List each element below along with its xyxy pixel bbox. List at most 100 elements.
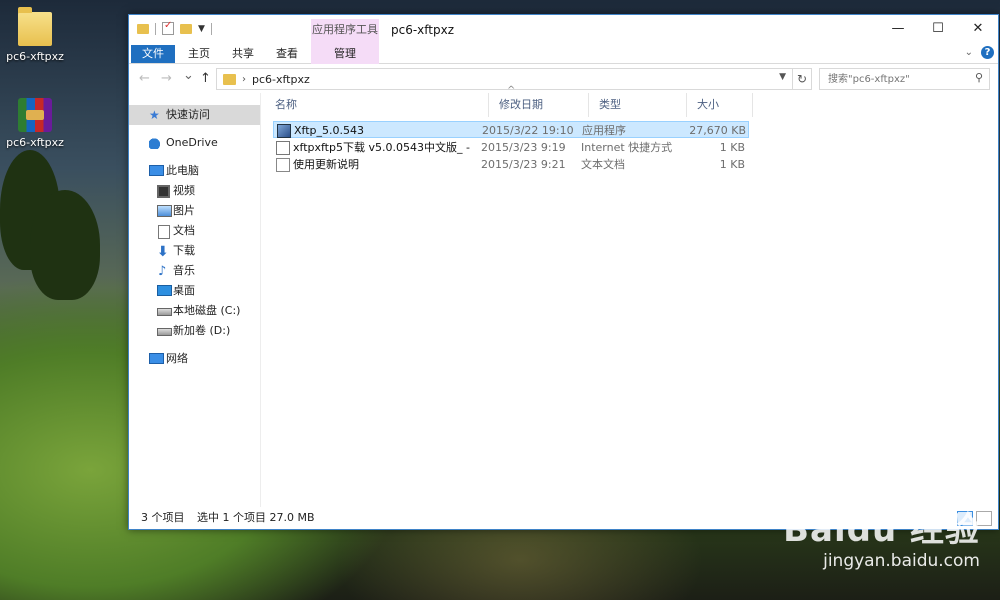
properties-icon[interactable] xyxy=(162,20,174,35)
file-row[interactable]: Xftp_5.0.543 2015/3/22 19:10 应用程序 27,670… xyxy=(273,121,749,138)
sidebar-item-new-volume-d[interactable]: 新加卷 (D:) xyxy=(129,321,260,341)
refresh-button[interactable]: ↻ xyxy=(793,68,812,90)
app-tools-tab-group: 应用程序工具 xyxy=(311,19,379,45)
column-header-date[interactable]: 修改日期 xyxy=(489,93,589,117)
app-icon xyxy=(277,124,291,138)
file-row[interactable]: 使用更新说明 2015/3/23 9:21 文本文档 1 KB xyxy=(273,156,749,173)
sidebar-item-quick-access[interactable]: ★ 快速访问 xyxy=(129,105,260,125)
navigation-bar: ← → ⌄ ↑ › pc6-xftpxz ▼ ↻ ⚲ xyxy=(129,64,998,94)
close-button[interactable]: ✕ xyxy=(958,15,998,43)
file-type: Internet 快捷方式 xyxy=(581,141,673,154)
column-header-name[interactable]: 名称 xyxy=(265,93,489,117)
column-headers: ^ 名称 修改日期 类型 大小 xyxy=(261,85,861,117)
divider xyxy=(155,22,156,35)
breadcrumb-separator-icon[interactable]: › xyxy=(242,74,246,85)
explorer-body: ★ 快速访问 OneDrive 此电脑 视频 图片 文档 ⬇ 下载 ♪ 音乐 桌… xyxy=(129,85,998,507)
sidebar-item-videos[interactable]: 视频 xyxy=(129,181,260,201)
file-row[interactable]: xftpxftp5下载 v5.0.0543中文版_ - pc6... 2015/… xyxy=(273,139,749,156)
file-date: 2015/3/23 9:19 xyxy=(481,141,566,154)
desktop-icon-label: pc6-xftpxz xyxy=(6,50,64,63)
file-size: 1 KB xyxy=(719,141,745,154)
sidebar-item-label: 视频 xyxy=(173,184,195,197)
customize-toolbar-dropdown-icon[interactable]: ▼ xyxy=(198,24,205,34)
sidebar-item-label: 文档 xyxy=(173,224,195,237)
file-date: 2015/3/23 9:21 xyxy=(481,158,566,171)
sidebar-item-onedrive[interactable]: OneDrive xyxy=(129,133,260,153)
forward-button[interactable]: → xyxy=(161,71,172,86)
background-tree xyxy=(30,190,100,300)
desktop-icon-label: pc6-xftpxz xyxy=(6,136,64,149)
sidebar-item-desktop[interactable]: 桌面 xyxy=(129,281,260,301)
tab-share[interactable]: 共享 xyxy=(223,45,263,63)
pictures-folder-icon xyxy=(157,205,172,217)
tab-manage[interactable]: 管理 xyxy=(311,45,379,64)
ribbon-tabs: 文件 主页 共享 查看 管理 ⌄ ? xyxy=(129,45,998,64)
sidebar-item-local-disk-c[interactable]: 本地磁盘 (C:) xyxy=(129,301,260,321)
file-name: 使用更新说明 xyxy=(293,158,359,171)
folder-icon xyxy=(137,23,149,34)
tab-home[interactable]: 主页 xyxy=(179,45,219,63)
desktop-folder-icon xyxy=(157,285,172,296)
star-icon: ★ xyxy=(149,108,160,122)
sidebar-item-label: 本地磁盘 (C:) xyxy=(173,304,241,317)
column-header-type[interactable]: 类型 xyxy=(589,93,687,117)
video-folder-icon xyxy=(157,185,170,198)
file-date: 2015/3/22 19:10 xyxy=(482,124,574,137)
baidu-jingyan-watermark: Baidu 经验 jingyan.baidu.com xyxy=(760,502,980,582)
music-note-icon: ♪ xyxy=(158,264,167,279)
sidebar-item-label: 新加卷 (D:) xyxy=(173,324,231,337)
file-list: ^ 名称 修改日期 类型 大小 Xftp_5.0.543 2015/3/22 1… xyxy=(261,85,998,507)
address-bar[interactable]: › pc6-xftpxz ▼ xyxy=(216,68,793,90)
address-dropdown-icon[interactable]: ▼ xyxy=(779,72,786,82)
internet-shortcut-icon xyxy=(276,141,290,155)
search-icon[interactable]: ⚲ xyxy=(975,71,983,84)
back-button[interactable]: ← xyxy=(139,71,150,86)
item-count: 3 个项目 xyxy=(141,511,185,524)
sidebar-item-label: 此电脑 xyxy=(166,164,199,177)
sidebar-item-downloads[interactable]: ⬇ 下载 xyxy=(129,241,260,261)
search-input[interactable] xyxy=(826,69,970,89)
watermark-url: jingyan.baidu.com xyxy=(823,551,980,571)
sidebar-item-this-pc[interactable]: 此电脑 xyxy=(129,161,260,181)
sidebar-item-documents[interactable]: 文档 xyxy=(129,221,260,241)
window-title: pc6-xftpxz xyxy=(391,23,455,37)
winrar-archive-icon xyxy=(18,98,52,132)
tab-view[interactable]: 查看 xyxy=(267,45,307,63)
sidebar-item-music[interactable]: ♪ 音乐 xyxy=(129,261,260,281)
file-type: 文本文档 xyxy=(581,158,625,171)
computer-icon xyxy=(149,165,164,176)
new-folder-icon[interactable] xyxy=(180,23,192,34)
maximize-button[interactable]: ☐ xyxy=(918,15,958,43)
selection-info: 选中 1 个项目 27.0 MB xyxy=(197,511,315,524)
minimize-button[interactable]: — xyxy=(878,15,918,43)
file-name: xftpxftp5下载 v5.0.0543中文版_ - pc6... xyxy=(293,141,473,154)
desktop-archive-icon[interactable]: pc6-xftpxz xyxy=(0,98,70,149)
windows-drive-icon xyxy=(157,308,172,316)
sidebar-item-network[interactable]: 网络 xyxy=(129,349,260,369)
tab-file[interactable]: 文件 xyxy=(131,45,175,63)
column-header-size[interactable]: 大小 xyxy=(687,93,753,117)
file-type: 应用程序 xyxy=(582,124,626,137)
sidebar-item-label: OneDrive xyxy=(166,136,218,149)
sidebar-item-pictures[interactable]: 图片 xyxy=(129,201,260,221)
folder-icon xyxy=(223,73,236,85)
sidebar-item-label: 网络 xyxy=(166,352,188,365)
search-box[interactable]: ⚲ xyxy=(819,68,990,90)
sidebar-item-label: 快速访问 xyxy=(166,108,210,121)
onedrive-cloud-icon xyxy=(149,137,162,149)
file-size: 27,670 KB xyxy=(689,124,746,137)
divider xyxy=(210,22,212,35)
up-button[interactable]: ↑ xyxy=(200,71,211,86)
recent-locations-button[interactable]: ⌄ xyxy=(183,68,194,83)
help-icon[interactable]: ? xyxy=(981,46,994,59)
documents-folder-icon xyxy=(158,225,170,239)
text-document-icon xyxy=(276,158,290,172)
breadcrumb-current-folder[interactable]: pc6-xftpxz xyxy=(252,73,310,86)
window-controls: — ☐ ✕ xyxy=(878,15,998,43)
desktop-folder-icon[interactable]: pc6-xftpxz xyxy=(0,7,70,63)
expand-ribbon-icon[interactable]: ⌄ xyxy=(965,47,973,58)
download-arrow-icon: ⬇ xyxy=(157,244,169,260)
ribbon-right-controls: ⌄ ? xyxy=(965,46,994,59)
sidebar-item-label: 音乐 xyxy=(173,264,195,277)
drive-icon xyxy=(157,328,172,336)
